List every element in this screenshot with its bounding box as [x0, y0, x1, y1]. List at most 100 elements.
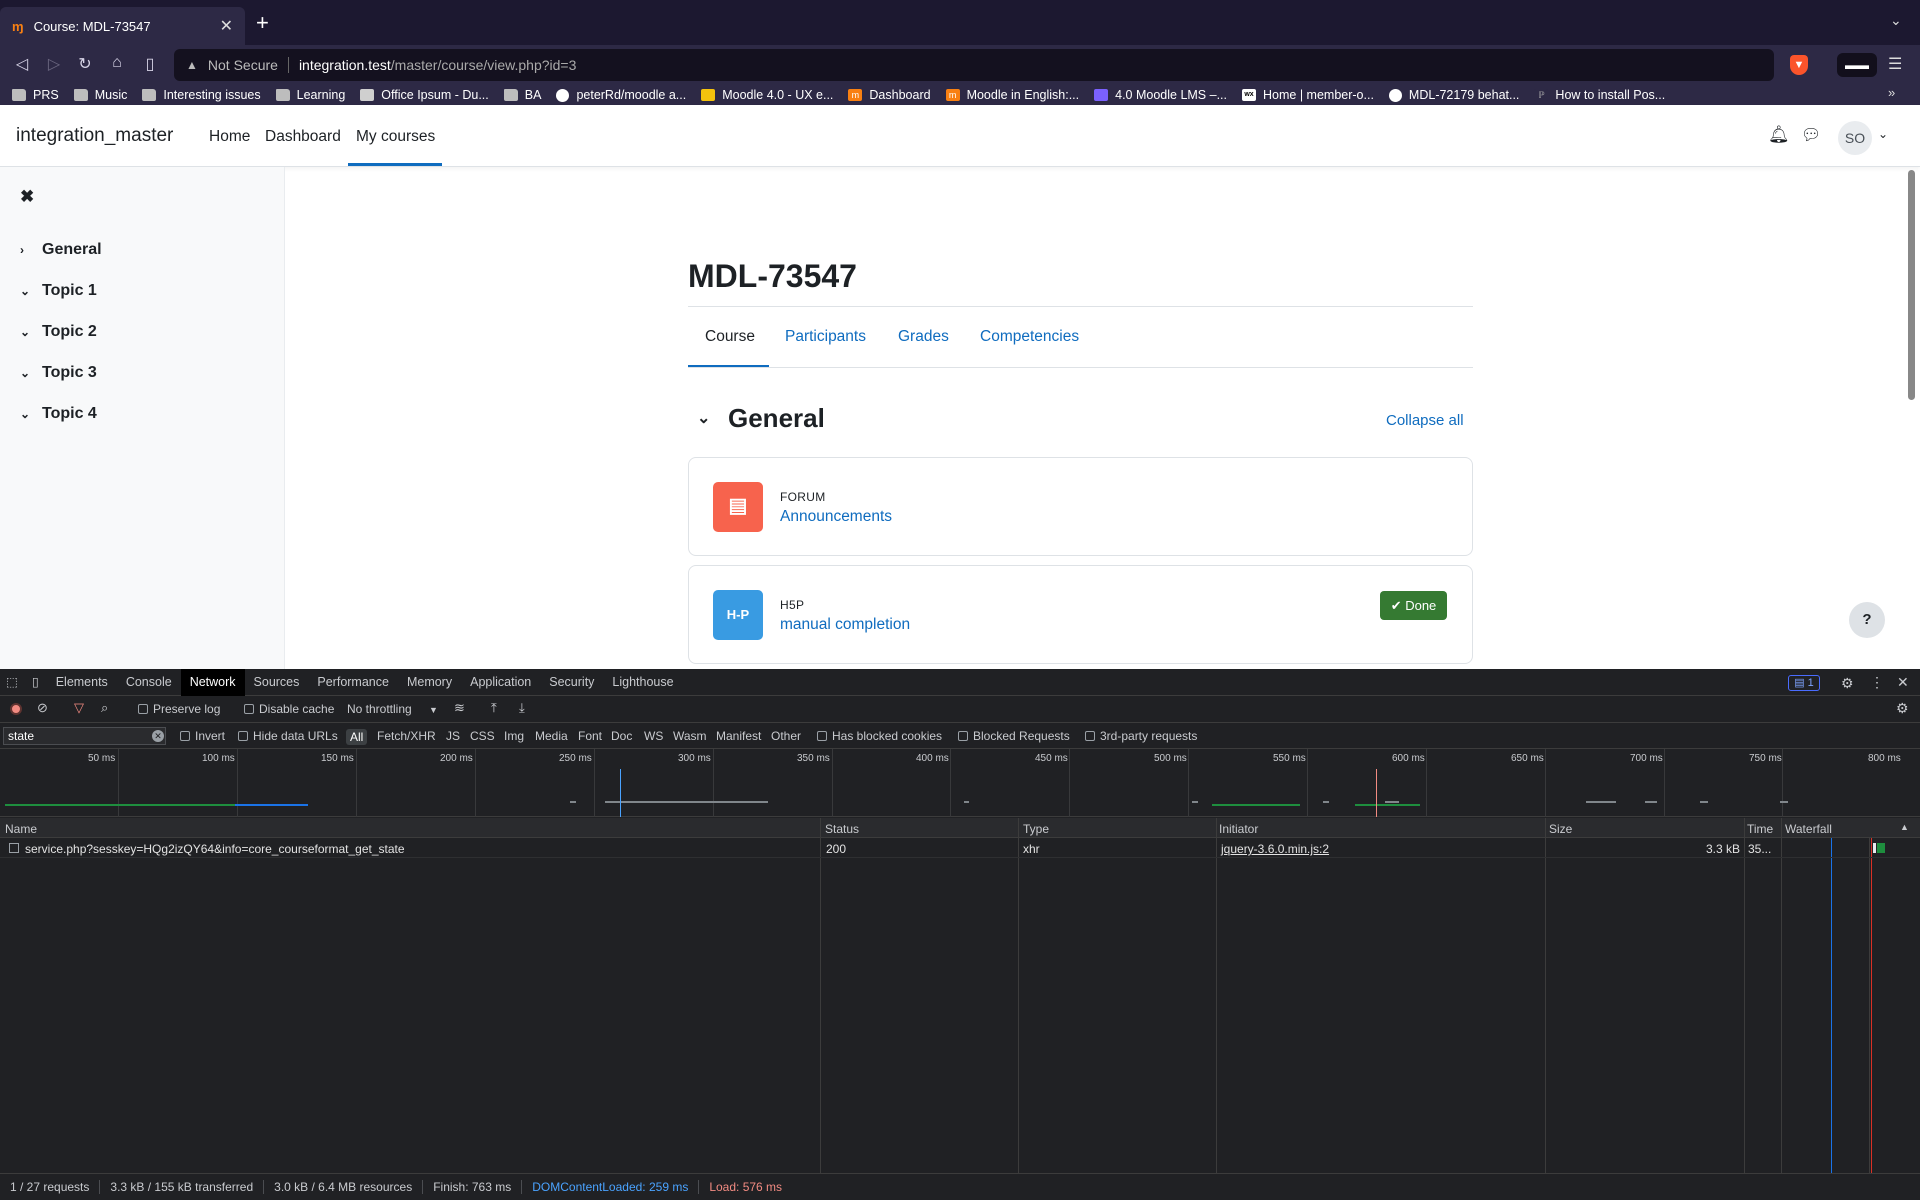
filter-type-font[interactable]: Font [578, 729, 602, 743]
course-index-section-general[interactable]: › General [20, 241, 102, 259]
column-type[interactable]: Type [1023, 822, 1049, 836]
has-blocked-cookies-checkbox[interactable]: Has blocked cookies [817, 729, 942, 743]
address-bar[interactable]: ▲ Not Secure integration.test /master/co… [174, 49, 1774, 81]
bookmarks-overflow-icon[interactable]: » [1888, 85, 1895, 100]
chevron-right-icon[interactable]: › [20, 243, 42, 257]
filter-type-js[interactable]: JS [446, 729, 460, 743]
bookmark-item[interactable]: wx Home | member-o... [1242, 88, 1374, 102]
menu-icon[interactable]: ☰ [1888, 54, 1902, 74]
filter-type-doc[interactable]: Doc [611, 729, 632, 743]
tab-search-icon[interactable]: ⌄ [1890, 12, 1902, 29]
network-settings-gear-icon[interactable]: ⚙ [1896, 700, 1909, 717]
export-har-icon[interactable]: ⤓ [519, 700, 525, 716]
course-index-section-topic-4[interactable]: ⌄ Topic 4 [20, 405, 97, 423]
tab-grades[interactable]: Grades [898, 328, 949, 346]
devtools-tab-elements[interactable]: Elements [47, 669, 117, 696]
bookmark-item[interactable]: BA [503, 88, 541, 102]
search-icon[interactable]: ⌕ [101, 700, 108, 716]
filter-type-manifest[interactable]: Manifest [716, 729, 761, 743]
notification-bell-icon[interactable]: 🔔︎ [1768, 125, 1790, 145]
course-index-section-topic-1[interactable]: ⌄ Topic 1 [20, 282, 97, 300]
column-time[interactable]: Time [1747, 822, 1773, 836]
clear-filter-icon[interactable]: ✕ [152, 730, 164, 742]
tab-participants[interactable]: Participants [785, 328, 866, 346]
preserve-log-checkbox[interactable]: Preserve log [138, 702, 220, 716]
device-toggle-icon[interactable]: ▯ [24, 669, 47, 696]
throttling-select[interactable]: No throttling ▼ [347, 702, 438, 716]
bookmark-icon[interactable]: ▯ [139, 54, 161, 74]
devtools-tab-lighthouse[interactable]: Lighthouse [603, 669, 682, 696]
site-name[interactable]: integration_master [16, 125, 173, 147]
course-index-section-topic-3[interactable]: ⌄ Topic 3 [20, 364, 97, 382]
tab-course[interactable]: Course [705, 328, 755, 346]
clear-icon[interactable]: ⊘ [37, 700, 48, 716]
devtools-tab-sources[interactable]: Sources [245, 669, 309, 696]
back-icon[interactable]: ◁ [11, 54, 33, 74]
chevron-down-icon[interactable]: ⌄ [1878, 127, 1888, 141]
bookmark-item[interactable]: peterRd/moodle a... [556, 88, 686, 102]
section-heading[interactable]: General [728, 403, 825, 434]
third-party-requests-checkbox[interactable]: 3rd-party requests [1085, 729, 1197, 743]
devtools-tab-console[interactable]: Console [117, 669, 181, 696]
help-button[interactable]: ? [1849, 602, 1885, 638]
private-glasses-icon[interactable]: ▬▬ [1837, 53, 1877, 77]
chevron-down-icon[interactable]: ⌄ [20, 284, 42, 298]
devtools-tab-performance[interactable]: Performance [308, 669, 398, 696]
devtools-tab-security[interactable]: Security [540, 669, 603, 696]
bookmark-item[interactable]: Music [73, 88, 127, 102]
bookmark-item[interactable]: MDL-72179 behat... [1388, 88, 1519, 102]
network-conditions-icon[interactable]: ≋ [454, 700, 465, 716]
bookmark-item[interactable]: PRS [12, 88, 59, 102]
user-avatar[interactable]: SO [1838, 121, 1872, 155]
bookmark-item[interactable]: Learning [275, 88, 345, 102]
settings-gear-icon[interactable]: ⚙ [1841, 675, 1854, 692]
bookmark-item[interactable]: m Moodle in English:... [945, 88, 1079, 102]
filter-type-media[interactable]: Media [535, 729, 568, 743]
completion-done-button[interactable]: ✔ Done [1380, 591, 1447, 620]
close-devtools-icon[interactable]: ✕ [1897, 674, 1909, 691]
column-waterfall[interactable]: Waterfall [1785, 822, 1832, 836]
column-name[interactable]: Name [5, 822, 37, 836]
hide-data-urls-checkbox[interactable]: Hide data URLs [238, 729, 338, 743]
collapse-all-link[interactable]: Collapse all [1386, 412, 1464, 429]
filter-type-css[interactable]: CSS [470, 729, 495, 743]
bookmark-item[interactable]: ℙ How to install Pos... [1534, 88, 1665, 102]
devtools-tab-application[interactable]: Application [461, 669, 540, 696]
record-icon[interactable] [10, 703, 22, 715]
blocked-requests-checkbox[interactable]: Blocked Requests [958, 729, 1070, 743]
forward-icon[interactable]: ▷ [43, 54, 65, 74]
chevron-down-icon[interactable]: ⌄ [697, 408, 710, 428]
column-status[interactable]: Status [825, 822, 859, 836]
nav-my-courses[interactable]: My courses [356, 128, 435, 146]
filter-type-fetch-xhr[interactable]: Fetch/XHR [377, 729, 436, 743]
bookmark-item[interactable]: Interesting issues [142, 88, 261, 102]
sort-ascending-icon[interactable]: ▲ [1900, 822, 1909, 832]
close-drawer-icon[interactable]: ✖ [20, 187, 34, 207]
activity-link[interactable]: manual completion [780, 616, 910, 634]
filter-type-img[interactable]: Img [504, 729, 524, 743]
filter-type-all[interactable]: All [346, 729, 368, 745]
network-overview-timeline[interactable]: 50 ms 100 ms 150 ms 200 ms 250 ms 300 ms… [0, 749, 1920, 817]
bookmark-item[interactable]: 4.0 Moodle LMS –... [1094, 88, 1227, 102]
messages-icon[interactable]: 💬︎ [1801, 125, 1821, 145]
filter-type-ws[interactable]: WS [644, 729, 663, 743]
close-tab-icon[interactable]: ✕ [220, 16, 233, 36]
filter-type-other[interactable]: Other [771, 729, 801, 743]
browser-tab[interactable]: ɱ Course: MDL-73547 ✕ [0, 7, 245, 45]
nav-dashboard[interactable]: Dashboard [265, 128, 341, 146]
course-index-section-topic-2[interactable]: ⌄ Topic 2 [20, 323, 97, 341]
nav-home[interactable]: Home [209, 128, 250, 146]
import-har-icon[interactable]: ⤒ [491, 700, 497, 716]
filter-input[interactable]: state [3, 727, 166, 745]
home-icon[interactable]: ⌂ [106, 54, 128, 72]
filter-icon[interactable]: ▽ [74, 700, 84, 716]
disable-cache-checkbox[interactable]: Disable cache [244, 702, 334, 716]
invert-checkbox[interactable]: Invert [180, 729, 225, 743]
page-scrollbar[interactable] [1908, 170, 1915, 400]
brave-shields-icon[interactable]: ▼ [1790, 55, 1808, 75]
request-name[interactable]: service.php?sesskey=HQg2izQY64&info=core… [25, 842, 405, 856]
devtools-tab-memory[interactable]: Memory [398, 669, 461, 696]
issues-badge[interactable]: ▤ 1 [1788, 675, 1820, 691]
filter-type-wasm[interactable]: Wasm [673, 729, 707, 743]
bookmark-item[interactable]: m Dashboard [848, 88, 931, 102]
